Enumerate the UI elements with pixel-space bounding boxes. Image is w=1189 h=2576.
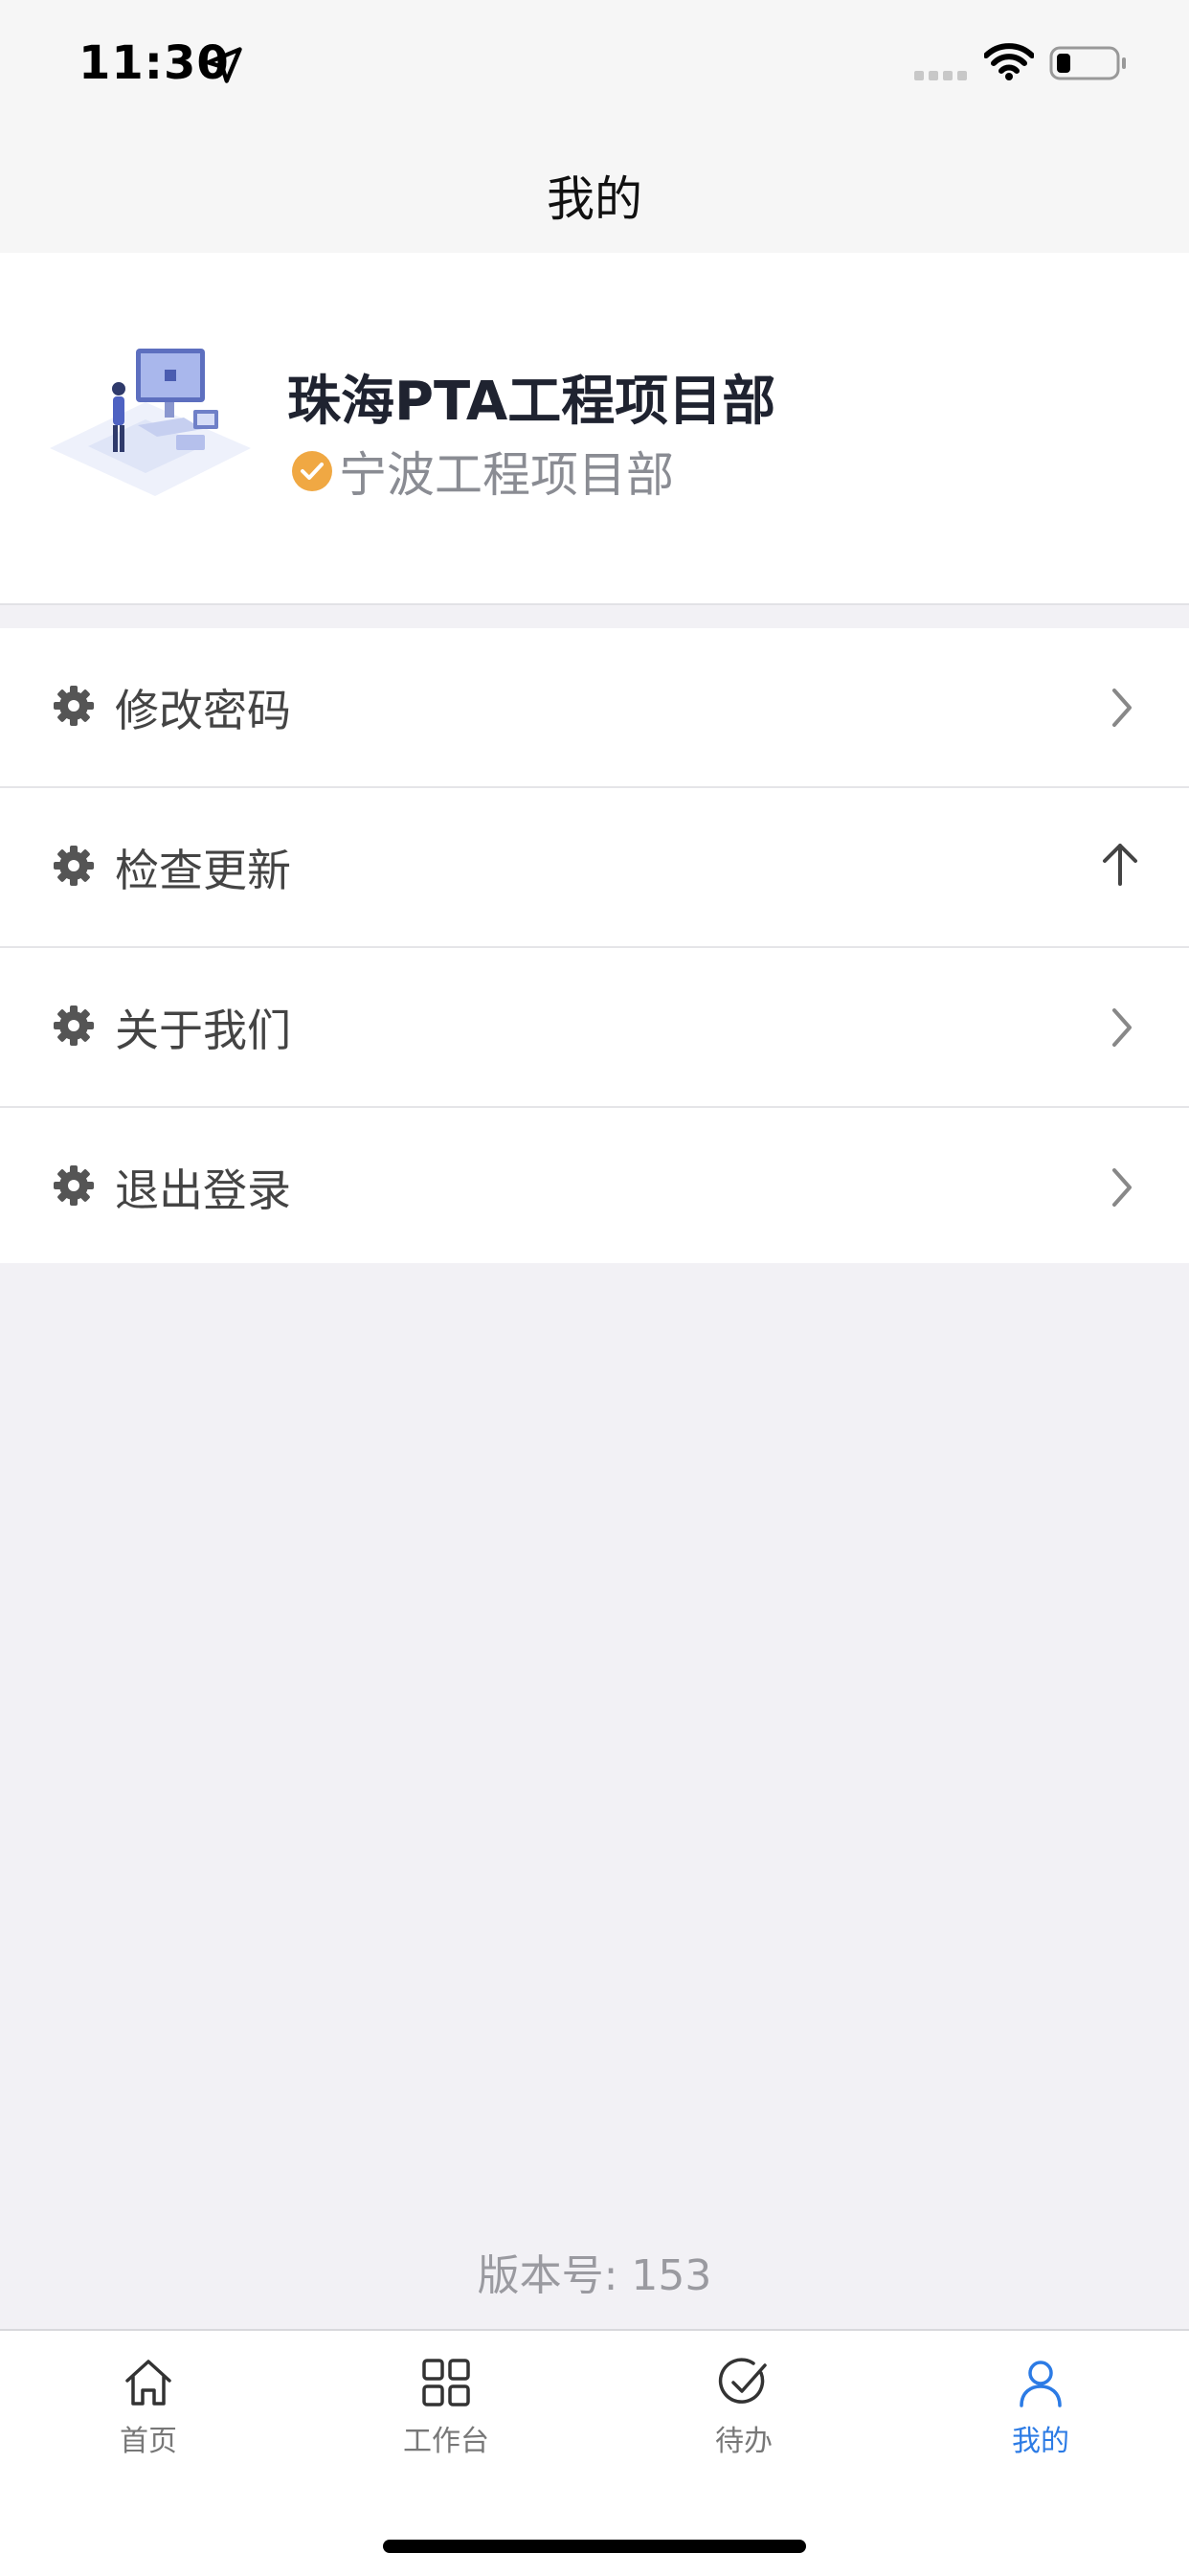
user-icon — [1020, 2361, 1062, 2407]
profile-card: 珠海PTA工程项目部 宁波工程项目部 — [0, 253, 1189, 605]
org-name: 珠海PTA工程项目部 — [287, 371, 776, 433]
wifi-icon — [984, 43, 1034, 80]
check-circle-icon — [718, 2358, 767, 2404]
chevron-right-icon — [1112, 1168, 1132, 1207]
tab-label: 工作台 — [403, 2425, 489, 2458]
menu-item-label: 退出登录 — [115, 1164, 291, 1216]
menu-item-about-us[interactable]: 关于我们 — [0, 948, 1189, 1108]
arrow-up-icon — [1103, 844, 1137, 886]
menu-item-label: 修改密码 — [115, 685, 291, 736]
battery-icon — [1049, 46, 1126, 80]
tab-label: 我的 — [1012, 2425, 1069, 2458]
gear-icon — [54, 1165, 94, 1206]
page-title: 我的 — [547, 171, 642, 227]
grid-icon — [422, 2359, 470, 2407]
tab-home[interactable]: 首页 — [53, 2356, 244, 2471]
nav-bar: 我的 — [0, 134, 1189, 253]
tab-mine[interactable]: 我的 — [945, 2356, 1136, 2471]
tab-workbench[interactable]: 工作台 — [350, 2356, 542, 2471]
cellular-signal-icon — [914, 71, 967, 80]
menu-item-logout[interactable]: 退出登录 — [0, 1108, 1189, 1263]
department-name: 宁波工程项目部 — [339, 447, 674, 503]
menu-item-label: 检查更新 — [115, 845, 291, 896]
gear-icon — [54, 686, 94, 726]
gear-icon — [54, 846, 94, 886]
tab-bar: 首页 工作台 待办 我的 — [0, 2329, 1189, 2576]
verified-check-icon — [292, 451, 332, 491]
workstation-illustration — [50, 349, 251, 496]
home-icon — [125, 2360, 171, 2406]
menu-item-label: 关于我们 — [115, 1005, 291, 1056]
tab-label: 首页 — [120, 2425, 177, 2458]
menu-item-check-update[interactable]: 检查更新 — [0, 788, 1189, 948]
settings-menu: 修改密码 检查更新 关于我们 退出登录 — [0, 628, 1189, 1263]
chevron-right-icon — [1112, 1008, 1132, 1047]
gear-icon — [54, 1006, 94, 1046]
tab-todo[interactable]: 待办 — [648, 2356, 840, 2471]
location-arrow-icon — [206, 47, 242, 83]
home-indicator[interactable] — [383, 2540, 806, 2553]
tab-label: 待办 — [715, 2425, 773, 2458]
menu-item-change-password[interactable]: 修改密码 — [0, 628, 1189, 788]
chevron-right-icon — [1112, 689, 1132, 727]
status-bar: 11:30 — [0, 0, 1189, 134]
version-label: 版本号: 153 — [477, 2251, 712, 2300]
